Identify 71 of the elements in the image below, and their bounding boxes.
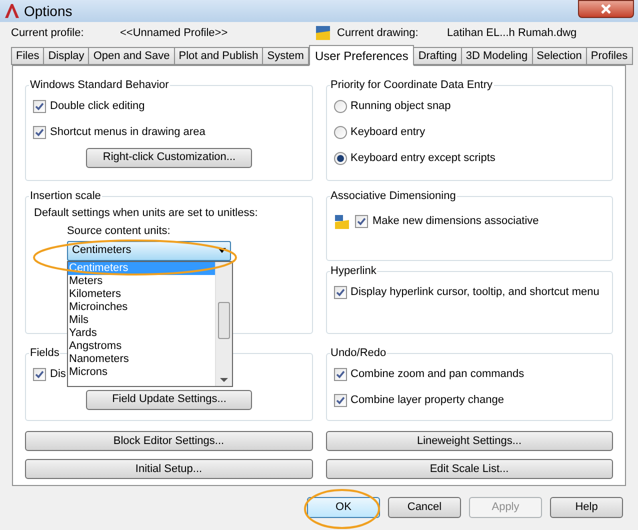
dialog-button[interactable]: Cancel bbox=[388, 497, 461, 518]
dimension-icon bbox=[334, 214, 350, 230]
settings-button[interactable]: Block Editor Settings... bbox=[25, 431, 312, 451]
tab[interactable]: 3D Modeling bbox=[460, 47, 533, 65]
radio-label: Keyboard entry except scripts bbox=[350, 151, 496, 166]
dropdown-option[interactable]: Microns bbox=[68, 366, 215, 378]
dropdown-field[interactable]: Centimeters bbox=[67, 240, 231, 260]
dropdown-option[interactable]: Angstroms bbox=[68, 340, 215, 352]
dropdown-option[interactable]: Microinches bbox=[68, 300, 215, 314]
drawing-label: Current drawing: bbox=[337, 26, 420, 41]
radio-button[interactable] bbox=[334, 100, 346, 113]
close-icon bbox=[601, 4, 611, 14]
close-button[interactable] bbox=[578, 0, 634, 18]
checkbox-label: Combine layer property change bbox=[350, 393, 504, 408]
radio-label: Running object snap bbox=[350, 99, 451, 114]
checkbox[interactable] bbox=[33, 368, 46, 381]
dropdown-option[interactable]: Yards bbox=[68, 326, 215, 340]
tab[interactable]: Plot and Publish bbox=[174, 47, 264, 65]
scrollbar[interactable] bbox=[215, 262, 232, 386]
tab[interactable]: Open and Save bbox=[88, 47, 175, 65]
dropdown-option[interactable]: Kilometers bbox=[68, 288, 215, 300]
app-icon bbox=[4, 3, 20, 19]
settings-button[interactable]: Right-click Customization... bbox=[86, 148, 252, 168]
checkbox-label: Dis bbox=[50, 367, 66, 382]
tab[interactable]: Selection bbox=[532, 47, 587, 65]
dialog-button[interactable]: OK bbox=[307, 497, 380, 518]
tab[interactable]: Display bbox=[43, 47, 90, 65]
radio-button[interactable] bbox=[334, 152, 346, 165]
checkbox[interactable] bbox=[334, 286, 346, 299]
tab[interactable]: Drafting bbox=[413, 47, 462, 65]
profile-name: <<Unnamed Profile>> bbox=[120, 26, 229, 41]
radio-label: Keyboard entry bbox=[350, 125, 426, 140]
dropdown-option[interactable]: Nanometers bbox=[68, 352, 215, 366]
scrollbar-thumb[interactable] bbox=[218, 302, 230, 338]
checkbox-label: Display hyperlink cursor, tooltip, and shortcut menu bbox=[350, 285, 600, 300]
group-title: Undo/Redo bbox=[330, 346, 388, 361]
settings-button[interactable]: Initial Setup... bbox=[25, 459, 312, 479]
checkbox-label: Shortcut menus in drawing area bbox=[50, 125, 206, 140]
dropdown-option[interactable]: Mils bbox=[68, 314, 215, 326]
scroll-down-arrow-icon[interactable] bbox=[220, 378, 228, 382]
drawing-name: Latihan EL...h Rumah.dwg bbox=[447, 26, 577, 41]
group-title: Hyperlink bbox=[330, 264, 378, 279]
checkbox[interactable] bbox=[334, 394, 346, 407]
settings-button[interactable]: Lineweight Settings... bbox=[326, 431, 613, 451]
group-title: Fields bbox=[29, 346, 60, 361]
dropdown-option[interactable]: Meters bbox=[68, 274, 215, 288]
tab[interactable]: User Preferences bbox=[308, 45, 414, 66]
checkbox-label: Make new dimensions associative bbox=[372, 214, 539, 230]
checkbox-label: Combine zoom and pan commands bbox=[350, 367, 524, 382]
tab[interactable]: Files bbox=[11, 47, 44, 65]
description-text: Default settings when units are set to unitless: bbox=[34, 206, 258, 222]
radio-button[interactable] bbox=[334, 126, 346, 139]
group-title: Insertion scale bbox=[29, 189, 102, 204]
profile-label: Current profile: bbox=[11, 26, 85, 41]
window-title: Options bbox=[24, 2, 72, 21]
tab[interactable]: Profiles bbox=[586, 47, 633, 65]
settings-button[interactable]: Field Update Settings... bbox=[86, 390, 252, 410]
checkbox[interactable] bbox=[354, 215, 368, 228]
checkbox[interactable] bbox=[334, 368, 346, 381]
checkbox[interactable] bbox=[33, 126, 46, 139]
group-title: Associative Dimensioning bbox=[330, 189, 457, 204]
group-title: Windows Standard Behavior bbox=[29, 78, 170, 93]
caret-icon bbox=[218, 248, 226, 253]
group-title: Priority for Coordinate Data Entry bbox=[330, 78, 494, 93]
dialog-button[interactable]: Help bbox=[550, 497, 623, 518]
checkbox[interactable] bbox=[33, 100, 46, 113]
settings-button[interactable]: Edit Scale List... bbox=[326, 459, 613, 479]
checkbox-label: Double click editing bbox=[50, 99, 145, 114]
field-label: Source content units: bbox=[67, 224, 172, 238]
drawing-file-icon bbox=[315, 25, 331, 41]
tab[interactable]: System bbox=[262, 47, 309, 65]
